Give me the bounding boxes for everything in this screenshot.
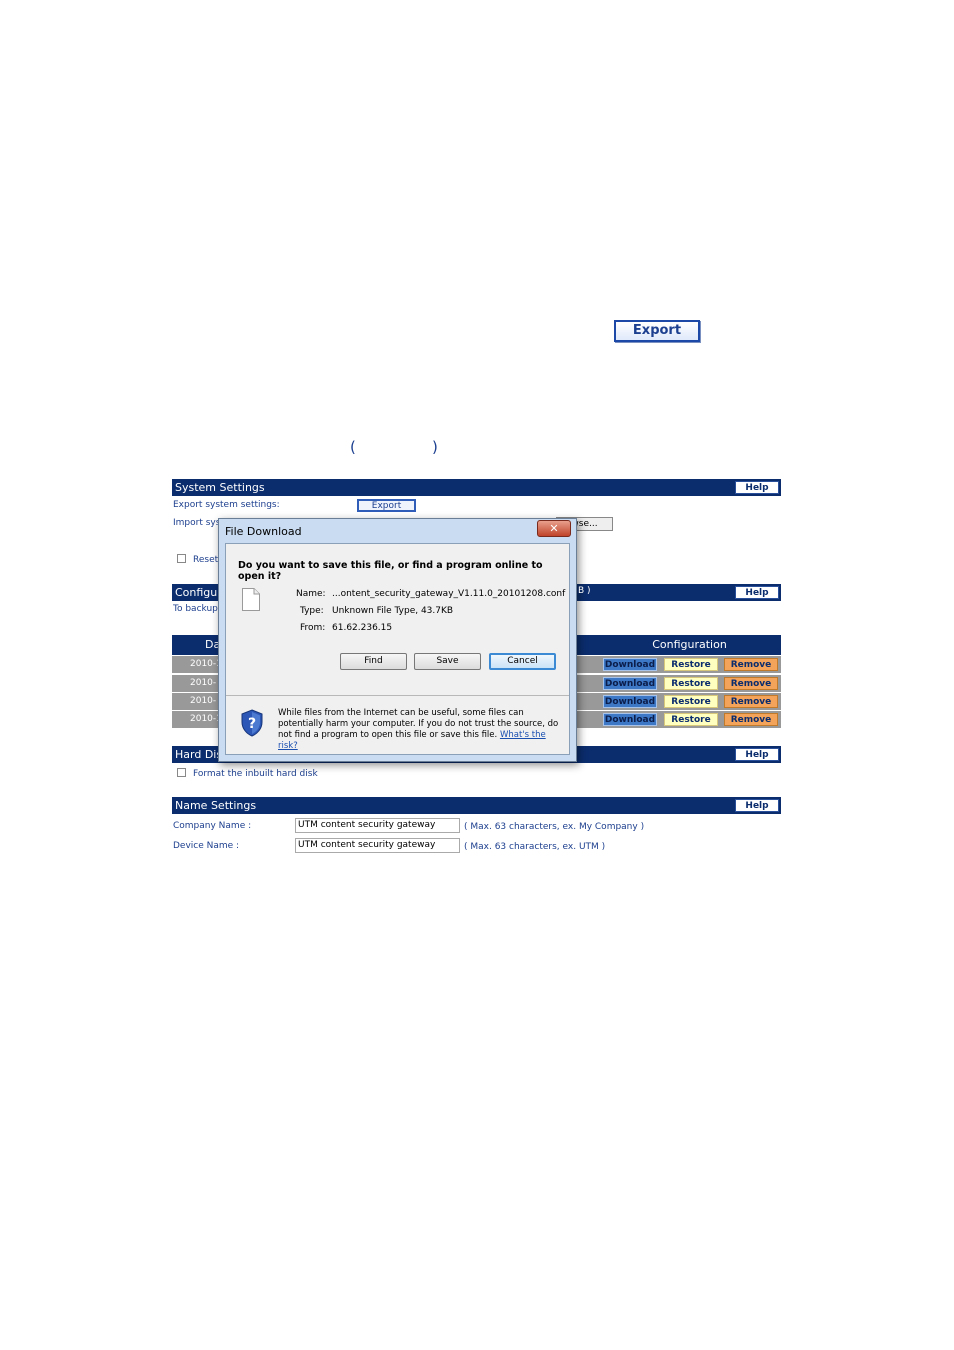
export-button-large[interactable]: Export [614, 320, 700, 342]
download-button[interactable]: Download [603, 713, 657, 726]
column-header-configuration: Configuration [598, 635, 781, 655]
help-button[interactable]: Help [735, 799, 779, 812]
section-title: System Settings [175, 481, 265, 494]
shield-icon: ? [240, 709, 264, 737]
dialog-warning: While files from the Internet can be use… [278, 708, 563, 752]
system-settings-header: System Settings Help [172, 479, 781, 496]
close-parenthesis: ) [432, 438, 438, 456]
save-button[interactable]: Save [414, 653, 481, 670]
dialog-question: Do you want to save this file, or find a… [238, 560, 543, 582]
format-disk-checkbox[interactable] [177, 768, 186, 777]
help-button[interactable]: Help [735, 481, 779, 494]
from-value: 61.62.236.15 [332, 623, 393, 633]
dialog-title: File Download [225, 525, 302, 538]
company-name-label: Company Name : [173, 821, 252, 831]
remove-button[interactable]: Remove [724, 713, 778, 726]
dialog-separator [226, 695, 569, 696]
file-download-dialog: File Download ✕ Do you want to save this… [218, 518, 577, 762]
format-disk-label: Format the inbuilt hard disk [193, 769, 318, 779]
remove-button[interactable]: Remove [724, 658, 778, 671]
name-settings-header: Name Settings Help [172, 797, 781, 814]
name-value: ...ontent_security_gateway_V1.11.0_20101… [332, 589, 566, 599]
restore-button[interactable]: Restore [664, 713, 718, 726]
help-button[interactable]: Help [735, 748, 779, 761]
export-button[interactable]: Export [357, 499, 416, 512]
configuration-note: To backup [173, 604, 218, 614]
device-name-input[interactable]: UTM content security gateway [295, 838, 460, 853]
configuration-note-suffix: B ) [578, 586, 591, 596]
restore-button[interactable]: Restore [664, 658, 718, 671]
section-title: Hard Dis [175, 748, 223, 761]
cancel-button[interactable]: Cancel [489, 653, 556, 670]
remove-button[interactable]: Remove [724, 695, 778, 708]
download-button[interactable]: Download [603, 677, 657, 690]
find-button[interactable]: Find [340, 653, 407, 670]
from-label: From: [300, 623, 326, 633]
device-name-label: Device Name : [173, 841, 240, 851]
reset-checkbox[interactable] [177, 554, 186, 563]
type-label: Type: [300, 606, 324, 616]
download-button[interactable]: Download [603, 658, 657, 671]
row-date: 2010- [190, 678, 217, 688]
row-date: 2010- [190, 696, 217, 706]
device-name-hint: ( Max. 63 characters, ex. UTM ) [464, 842, 606, 852]
reset-label: Reset [193, 555, 219, 565]
section-title: Name Settings [175, 799, 257, 812]
import-settings-label: Import sys [173, 518, 221, 528]
section-title: Configur [175, 586, 222, 599]
svg-text:?: ? [248, 716, 256, 732]
open-parenthesis: ( [350, 438, 356, 456]
dialog-body: Do you want to save this file, or find a… [225, 543, 570, 755]
restore-button[interactable]: Restore [664, 677, 718, 690]
remove-button[interactable]: Remove [724, 677, 778, 690]
export-settings-label: Export system settings: [173, 500, 280, 510]
close-button[interactable]: ✕ [537, 520, 571, 537]
file-icon [242, 588, 260, 611]
restore-button[interactable]: Restore [664, 695, 718, 708]
download-button[interactable]: Download [603, 695, 657, 708]
company-name-input[interactable]: UTM content security gateway [295, 818, 460, 833]
company-name-hint: ( Max. 63 characters, ex. My Company ) [464, 822, 645, 832]
name-label: Name: [296, 589, 326, 599]
help-button[interactable]: Help [735, 586, 779, 599]
type-value: Unknown File Type, 43.7KB [332, 606, 454, 616]
